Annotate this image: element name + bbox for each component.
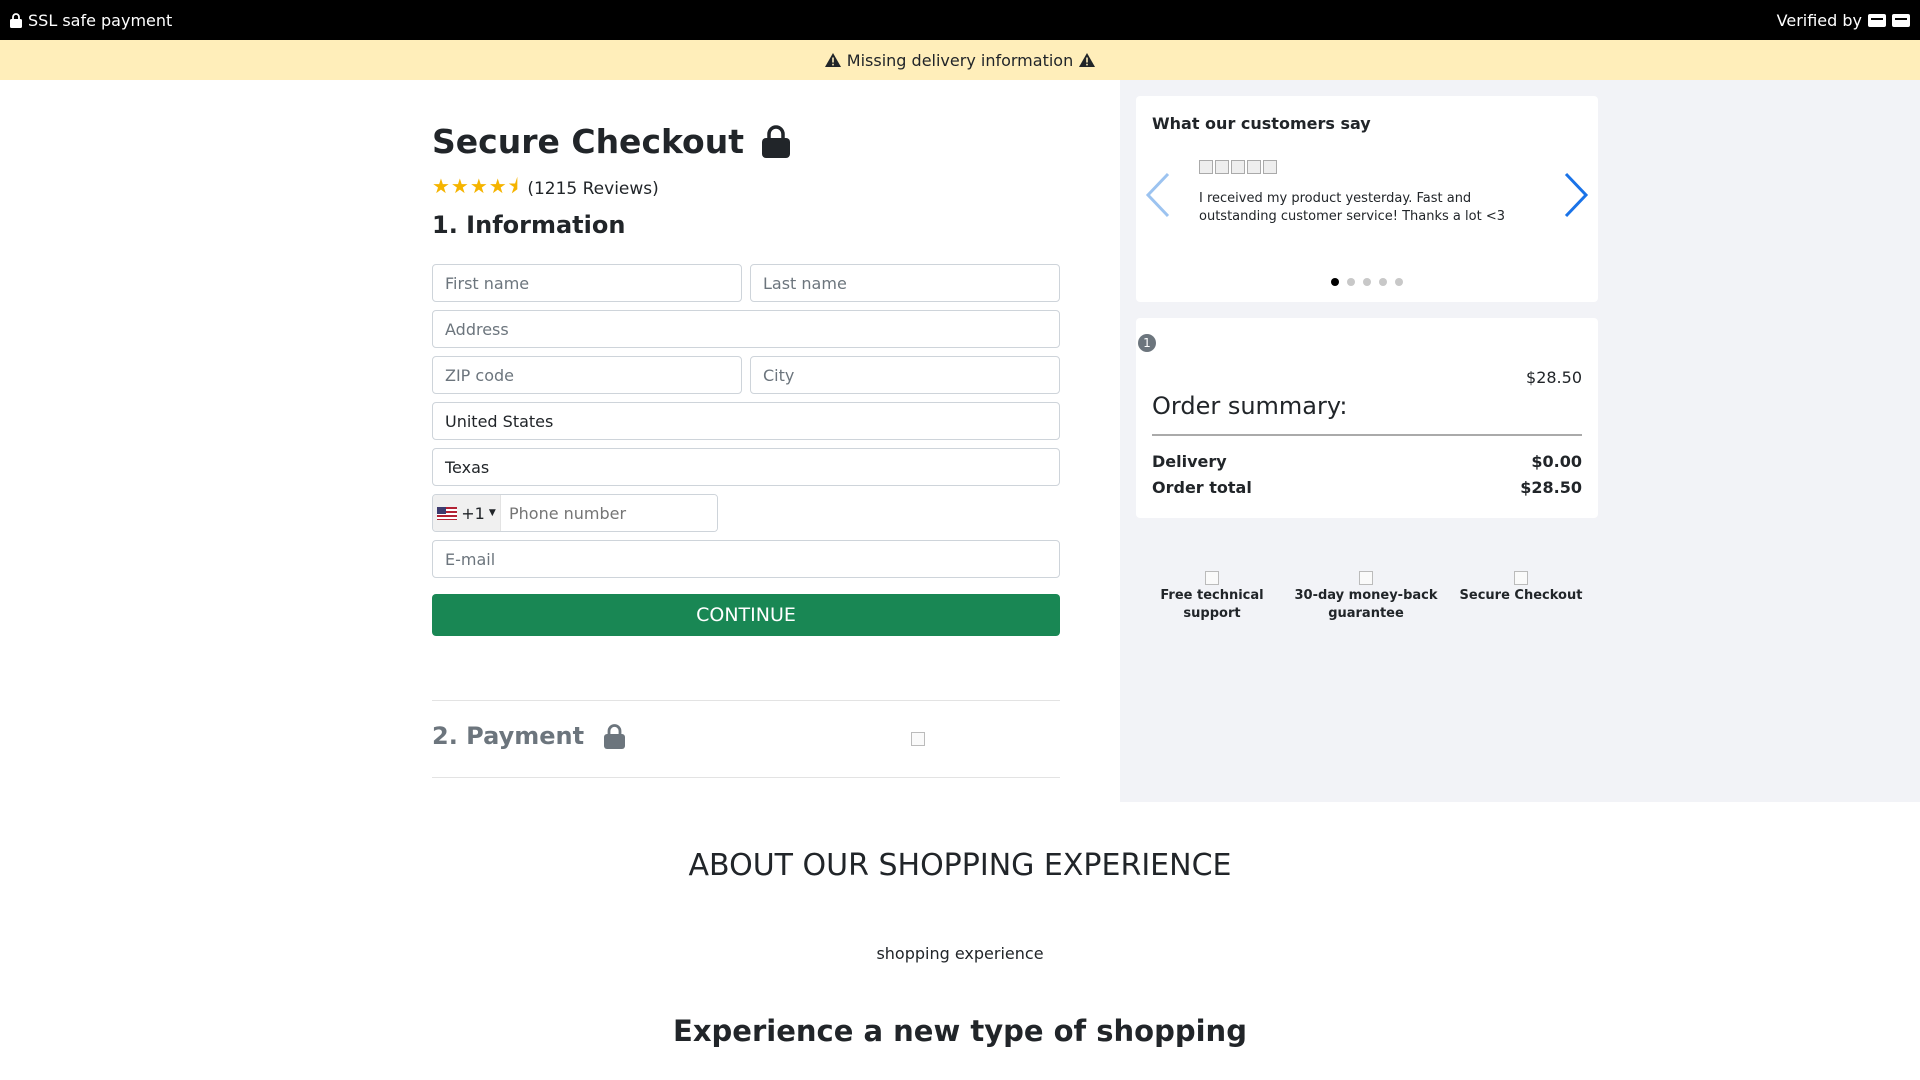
country-select[interactable]: United States (432, 402, 1060, 440)
star-icon (1231, 160, 1245, 174)
shopping-experience-image: shopping experience (0, 944, 1920, 963)
email-input[interactable] (432, 540, 1060, 578)
review-text: I received my product yesterday. Fast an… (1199, 191, 1505, 224)
item-count-badge: 1 (1138, 334, 1156, 352)
feature-line: Secure Checkout (1459, 588, 1583, 603)
visa-card-icon (1868, 13, 1886, 27)
reviews-card: What our customers say I received my pro… (1136, 96, 1598, 302)
city-input[interactable] (750, 356, 1060, 394)
phone-field: +1 ▼ (432, 494, 718, 532)
address-input[interactable] (432, 310, 1060, 348)
ssl-label: SSL safe payment (28, 10, 173, 30)
order-summary-card: 1 $28.50 Order summary: Delivery $0.00 O… (1136, 318, 1598, 518)
last-name-input[interactable] (750, 264, 1060, 302)
about-subheading: Experience a new type of shopping (673, 1014, 1247, 1048)
feature-secure-checkout: Secure Checkout (1446, 571, 1596, 605)
top-bar: SSL safe payment Verified by (0, 0, 1920, 40)
zip-input[interactable] (432, 356, 742, 394)
image-alt-text: shopping experience (876, 944, 1044, 963)
state-select[interactable]: Texas (432, 448, 1060, 486)
warning-icon (824, 53, 841, 67)
carousel-dots (1136, 278, 1598, 286)
mastercard-icon (1892, 13, 1910, 27)
page-title-text: Secure Checkout (432, 122, 745, 161)
warning-text: Missing delivery information (846, 50, 1074, 70)
page-title: Secure Checkout (432, 122, 791, 161)
order-total-value: $28.50 (1520, 478, 1582, 497)
divider (432, 700, 1060, 701)
star-icon (1247, 160, 1261, 174)
support-icon (1205, 571, 1219, 585)
about-heading: ABOUT OUR SHOPPING EXPERIENCE (688, 848, 1232, 883)
divider (1152, 434, 1582, 436)
delivery-row: Delivery $0.00 (1152, 452, 1582, 471)
lock-icon (762, 125, 791, 158)
carousel-dot[interactable] (1363, 278, 1371, 286)
lock-icon (10, 12, 22, 28)
feature-line: 30-day money-back (1294, 588, 1438, 603)
rating: ★★★★⯨ (1215 Reviews) (432, 172, 659, 206)
continue-button[interactable]: CONTINUE (432, 594, 1060, 636)
carousel-dot[interactable] (1347, 278, 1355, 286)
payment-heading-text: 2. Payment (432, 722, 585, 750)
feature-line: Free technical (1160, 588, 1264, 603)
feature-guarantee: 30-day money-back guarantee (1291, 571, 1441, 623)
country-code: +1 (461, 503, 485, 523)
review-stars (1199, 160, 1277, 174)
star-icon (1215, 160, 1229, 174)
divider (432, 777, 1060, 778)
us-flag-icon (437, 506, 458, 520)
lock-icon (604, 723, 626, 749)
payment-heading[interactable]: 2. Payment (432, 722, 626, 750)
order-total-row: Order total $28.50 (1152, 478, 1582, 497)
star-icon (1263, 160, 1277, 174)
information-heading: 1. Information (432, 211, 626, 239)
country-value: United States (445, 411, 554, 431)
star-icon (1199, 160, 1213, 174)
verified-info: Verified by (1777, 11, 1910, 30)
country-code-dropdown[interactable]: +1 ▼ (433, 495, 501, 531)
order-summary-title: Order summary: (1152, 392, 1348, 420)
missing-info-warning: Missing delivery information (0, 40, 1920, 80)
star-rating-icon: ★★★★⯨ (432, 174, 520, 198)
carousel-dot[interactable] (1395, 278, 1403, 286)
ssl-info: SSL safe payment (10, 11, 172, 30)
delivery-label: Delivery (1152, 452, 1227, 471)
carousel-dot[interactable] (1379, 278, 1387, 286)
delivery-value: $0.00 (1531, 452, 1582, 471)
feature-support: Free technical support (1137, 571, 1287, 623)
item-price: $28.50 (1526, 368, 1582, 387)
payment-methods-image (911, 732, 925, 746)
reviews-title: What our customers say (1152, 114, 1371, 133)
chevron-left-icon[interactable] (1144, 172, 1174, 218)
caret-down-icon: ▼ (488, 508, 496, 518)
chevron-right-icon[interactable] (1560, 172, 1590, 218)
carousel-dot[interactable] (1331, 278, 1339, 286)
shield-icon (1514, 571, 1528, 585)
state-value: Texas (445, 457, 490, 477)
verified-label: Verified by (1776, 10, 1862, 30)
feature-line: guarantee (1328, 606, 1404, 621)
phone-input[interactable] (501, 495, 717, 531)
warning-icon (1079, 53, 1096, 67)
feature-line: support (1183, 606, 1241, 621)
order-total-label: Order total (1152, 478, 1252, 497)
first-name-input[interactable] (432, 264, 742, 302)
reviews-count: (1215 Reviews) (527, 179, 659, 199)
guarantee-icon (1359, 571, 1373, 585)
